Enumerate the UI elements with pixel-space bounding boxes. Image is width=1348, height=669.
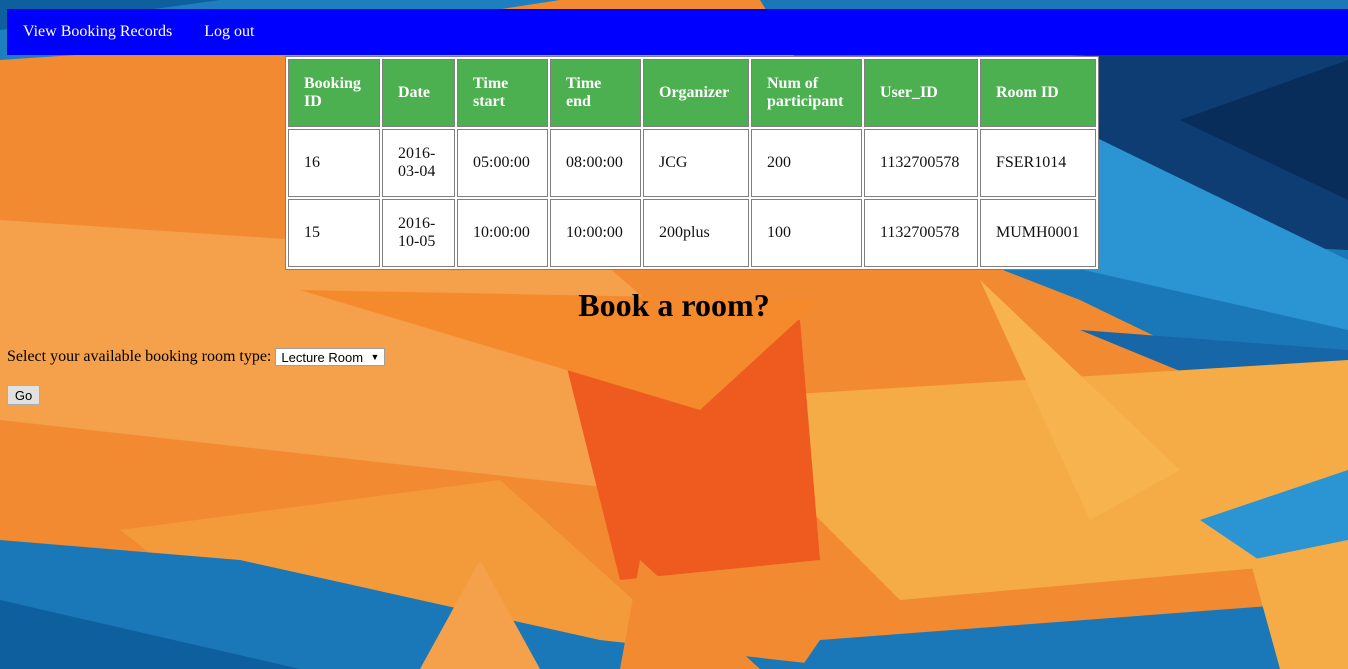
cell-time-start: 10:00:00 [457,199,548,267]
column-header-time-end: Time end [550,59,641,127]
column-header-booking-id: Booking ID [288,59,380,127]
room-type-label: Select your available booking room type: [7,348,272,365]
cell-booking-id: 16 [288,129,380,197]
book-a-room-heading: Book a room? [578,287,770,323]
column-header-user-id: User_ID [864,59,978,127]
cell-time-end: 08:00:00 [550,129,641,197]
cell-num-participant: 100 [751,199,862,267]
top-nav-bar: View Booking Records Log out [7,9,1348,55]
table-row: 15 2016-10-05 10:00:00 10:00:00 200plus … [288,199,1096,267]
cell-organizer: 200plus [643,199,749,267]
dropdown-arrow-icon: ▼ [370,352,380,362]
table-row: 16 2016-03-04 05:00:00 08:00:00 JCG 200 … [288,129,1096,197]
cell-organizer: JCG [643,129,749,197]
cell-room-id: MUMH0001 [980,199,1096,267]
cell-room-id: FSER1014 [980,129,1096,197]
column-header-room-id: Room ID [980,59,1096,127]
cell-time-start: 05:00:00 [457,129,548,197]
room-type-selected-value: Lecture Room [281,349,364,365]
cell-date: 2016-10-05 [382,199,455,267]
column-header-time-start: Time start [457,59,548,127]
room-type-select[interactable]: Lecture Room ▼ [275,348,386,366]
column-header-organizer: Organizer [643,59,749,127]
cell-booking-id: 15 [288,199,380,267]
booking-records-table: Booking ID Date Time start Time end Orga… [285,56,1099,270]
column-header-num-participant: Num of participant [751,59,862,127]
cell-num-participant: 200 [751,129,862,197]
cell-date: 2016-03-04 [382,129,455,197]
go-button[interactable]: Go [7,385,40,405]
cell-user-id: 1132700578 [864,199,978,267]
cell-user-id: 1132700578 [864,129,978,197]
column-header-date: Date [382,59,455,127]
log-out-link[interactable]: Log out [188,9,270,55]
table-header-row: Booking ID Date Time start Time end Orga… [288,59,1096,127]
room-type-form-row: Select your available booking room type:… [7,348,386,366]
cell-time-end: 10:00:00 [550,199,641,267]
view-booking-records-link[interactable]: View Booking Records [7,9,188,55]
